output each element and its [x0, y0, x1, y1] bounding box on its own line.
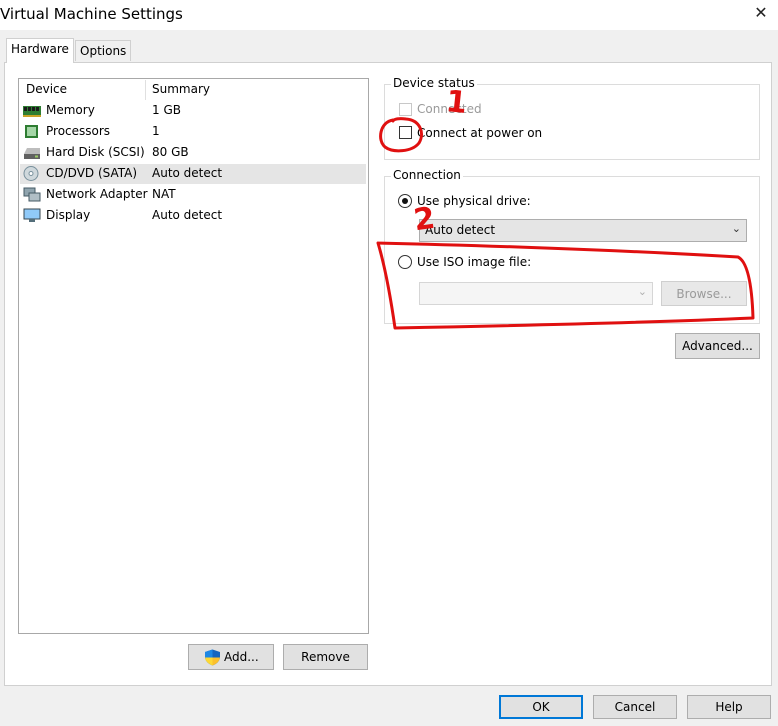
- tab-hardware[interactable]: Hardware: [6, 38, 74, 63]
- device-row-memory[interactable]: Memory 1 GB: [20, 101, 366, 121]
- use-iso-image-label[interactable]: Use ISO image file:: [417, 255, 531, 269]
- close-icon[interactable]: ✕: [750, 2, 772, 24]
- device-name: Memory: [46, 103, 95, 117]
- use-physical-drive-radio[interactable]: [398, 194, 412, 208]
- ok-button[interactable]: OK: [499, 695, 583, 719]
- tab-options[interactable]: Options: [75, 40, 132, 61]
- connected-checkbox[interactable]: [399, 103, 412, 116]
- add-button[interactable]: Add...: [188, 644, 274, 670]
- annotation-number-1: 1: [444, 84, 469, 121]
- connect-at-power-on-checkbox[interactable]: [399, 126, 412, 139]
- annotation-number-2: 2: [411, 200, 438, 239]
- device-status-group: [384, 84, 760, 160]
- device-summary: 80 GB: [152, 145, 189, 159]
- device-summary: NAT: [152, 187, 176, 201]
- device-summary: 1 GB: [152, 103, 181, 117]
- memory-icon: [23, 106, 41, 117]
- device-name: Processors: [46, 124, 111, 138]
- cd-dvd-icon: [23, 166, 39, 181]
- device-summary: Auto detect: [152, 208, 223, 222]
- device-summary: Auto detect: [152, 166, 223, 180]
- device-name: CD/DVD (SATA): [46, 166, 138, 180]
- column-header-summary[interactable]: Summary: [152, 82, 210, 98]
- processor-icon: [25, 125, 38, 138]
- column-divider: [145, 80, 146, 100]
- iso-image-path-input[interactable]: ⌄: [419, 282, 653, 305]
- chevron-down-icon: ⌄: [731, 222, 741, 235]
- device-row-hard-disk[interactable]: Hard Disk (SCSI) 80 GB: [20, 143, 366, 163]
- device-summary: 1: [152, 124, 160, 138]
- connection-label: Connection: [391, 168, 463, 182]
- add-button-label: Add...: [224, 650, 259, 664]
- device-row-network-adapter[interactable]: Network Adapter NAT: [20, 185, 366, 205]
- device-row-processors[interactable]: Processors 1: [20, 122, 366, 142]
- remove-button[interactable]: Remove: [283, 644, 368, 670]
- physical-drive-select[interactable]: Auto detect ⌄: [419, 219, 747, 242]
- uac-shield-icon: [205, 649, 220, 666]
- column-header-device[interactable]: Device: [26, 82, 67, 98]
- window-title: Virtual Machine Settings: [0, 5, 183, 23]
- use-physical-drive-label[interactable]: Use physical drive:: [417, 194, 531, 208]
- chevron-down-icon: ⌄: [637, 285, 647, 298]
- help-button[interactable]: Help: [687, 695, 771, 719]
- display-icon: [23, 208, 41, 222]
- device-row-cd-dvd[interactable]: CD/DVD (SATA) Auto detect: [20, 164, 366, 184]
- cancel-button[interactable]: Cancel: [593, 695, 677, 719]
- network-adapter-icon: [23, 187, 41, 202]
- browse-button[interactable]: Browse...: [661, 281, 747, 306]
- device-name: Network Adapter: [46, 187, 148, 201]
- hard-disk-icon: [24, 148, 40, 159]
- device-name: Hard Disk (SCSI): [46, 145, 145, 159]
- device-row-display[interactable]: Display Auto detect: [20, 206, 366, 226]
- use-iso-image-radio[interactable]: [398, 255, 412, 269]
- advanced-button[interactable]: Advanced...: [675, 333, 760, 359]
- connect-at-power-on-label[interactable]: Connect at power on: [417, 126, 542, 140]
- device-name: Display: [46, 208, 91, 222]
